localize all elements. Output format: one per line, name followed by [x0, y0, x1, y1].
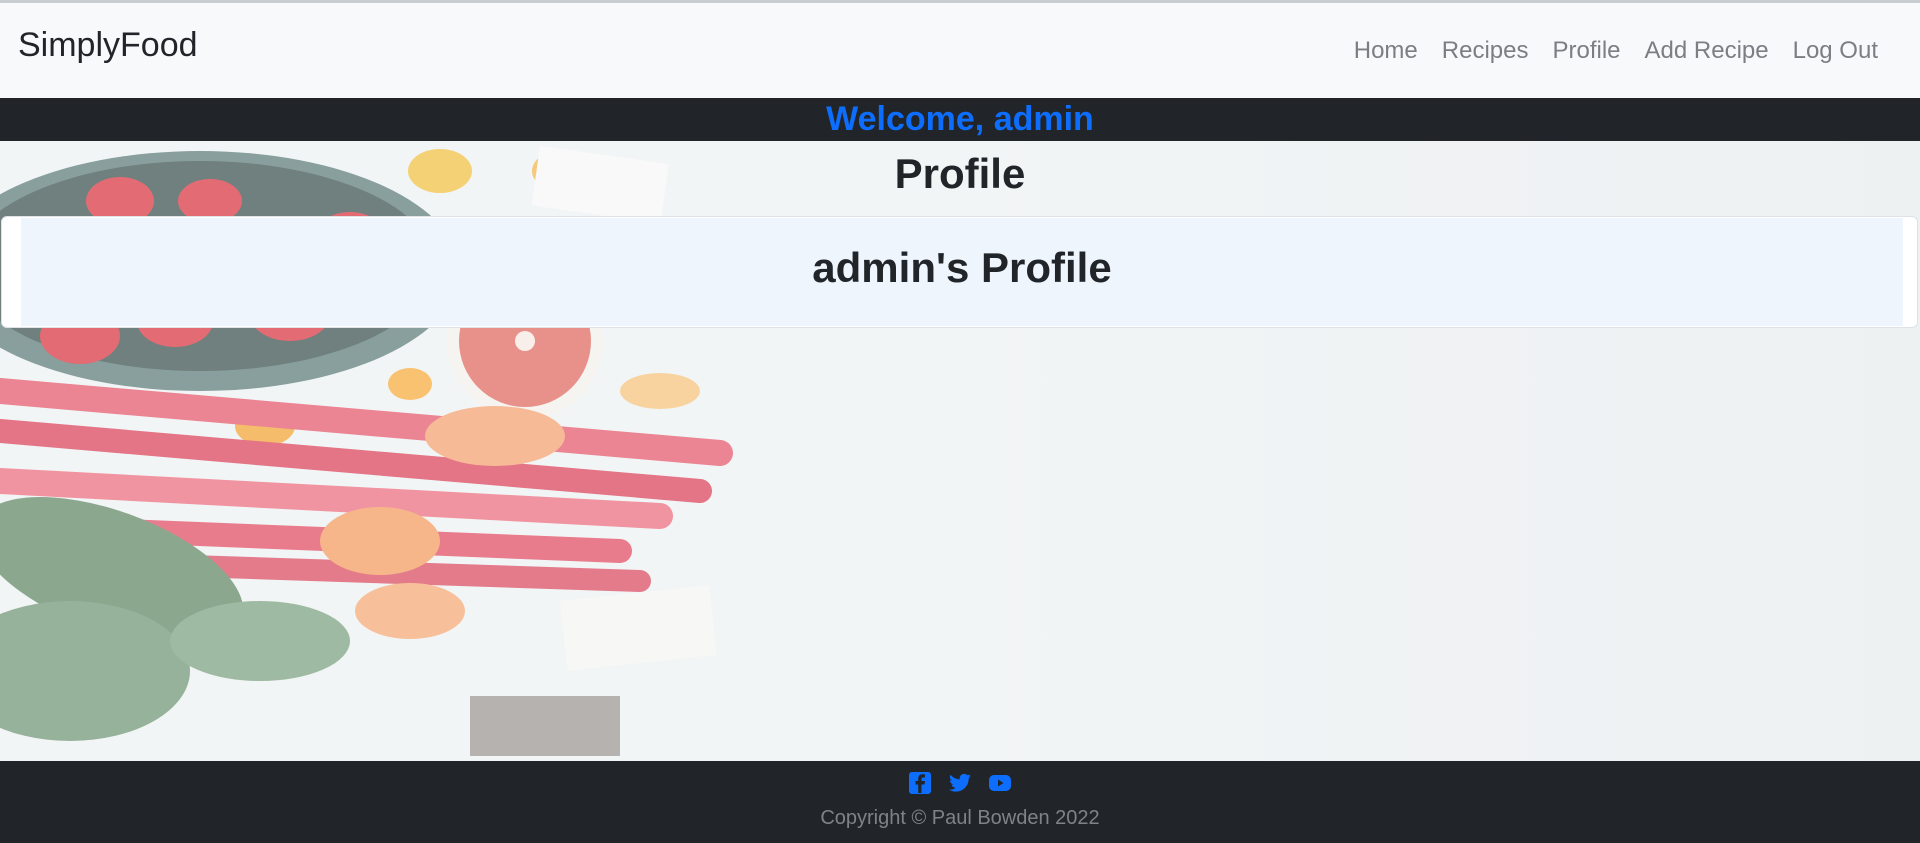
- twitter-icon[interactable]: [948, 771, 972, 795]
- youtube-icon[interactable]: [988, 771, 1012, 795]
- welcome-banner: Welcome, admin: [0, 98, 1920, 141]
- welcome-text: Welcome, admin: [826, 100, 1094, 138]
- copyright-text: Copyright © Paul Bowden 2022: [820, 807, 1100, 829]
- nav-add-recipe[interactable]: Add Recipe: [1633, 37, 1781, 65]
- nav-home[interactable]: Home: [1342, 37, 1430, 65]
- nav-profile[interactable]: Profile: [1540, 37, 1632, 65]
- nav-recipes[interactable]: Recipes: [1430, 37, 1541, 65]
- nav-logout[interactable]: Log Out: [1781, 37, 1890, 65]
- nav-menu: Home Recipes Profile Add Recipe Log Out: [1342, 37, 1890, 65]
- navbar: SimplyFood Home Recipes Profile Add Reci…: [0, 3, 1920, 98]
- facebook-icon[interactable]: [908, 771, 932, 795]
- profile-card: admin's Profile: [1, 216, 1918, 328]
- profile-card-title: admin's Profile: [812, 244, 1112, 291]
- brand-logo[interactable]: SimplyFood: [18, 26, 198, 65]
- footer: Copyright © Paul Bowden 2022: [0, 761, 1920, 843]
- page-title: Profile: [894, 150, 1026, 197]
- profile-card-body: admin's Profile: [21, 218, 1903, 326]
- social-links: [0, 771, 1920, 795]
